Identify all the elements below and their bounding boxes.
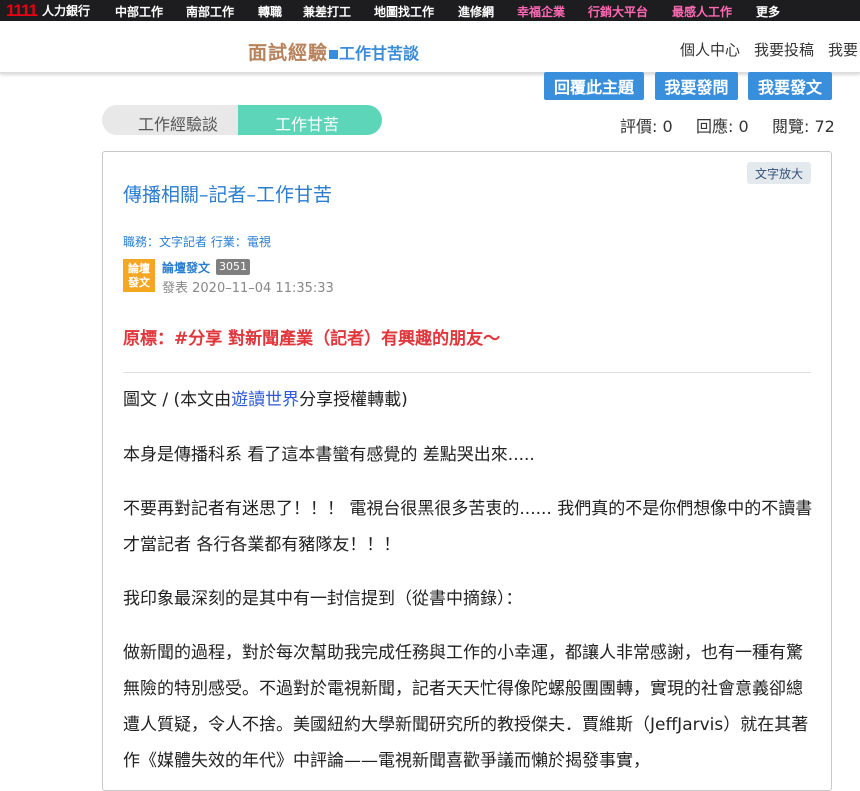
- logo-text-work: 工作甘苦談: [339, 44, 420, 63]
- nav-item-career-change[interactable]: 轉職: [258, 3, 282, 20]
- original-title: 原標：#分享 對新聞產業（記者）有興趣的朋友～: [123, 329, 501, 349]
- nav-item-central-jobs[interactable]: 中部工作: [115, 3, 163, 20]
- site-header: 面試經驗 工作甘苦談 個人中心 我要投稿 我要: [0, 21, 860, 73]
- content-divider: [123, 372, 811, 373]
- nav-item-touching-jobs[interactable]: 最感人工作: [672, 3, 732, 20]
- paragraph-1: 本身是傳播科系 看了這本書蠻有感覺的 差點哭出來.....: [123, 445, 535, 465]
- credit-source-link[interactable]: 遊讀世界: [231, 390, 299, 410]
- top-nav-bar: 1111 人力銀行 中部工作 南部工作 轉職 兼差打工 地圖找工作 進修網 幸福…: [0, 0, 860, 21]
- brand-name: 人力銀行: [42, 4, 91, 18]
- text-zoom-button[interactable]: 文字放大: [747, 162, 811, 184]
- nav-item-part-time[interactable]: 兼差打工: [303, 3, 351, 20]
- replies-stat: 回應: 0: [696, 117, 749, 136]
- nav-item-south-jobs[interactable]: 南部工作: [186, 3, 234, 20]
- nav-item-education[interactable]: 進修網: [458, 3, 494, 20]
- avatar-text-bottom: 發文: [128, 275, 150, 289]
- avatar[interactable]: 論壇 發文: [123, 259, 155, 292]
- views-stat: 閱覽: 72: [772, 117, 835, 136]
- nav-item-happy-companies[interactable]: 幸福企業: [517, 3, 565, 20]
- header-link-more[interactable]: 我要: [828, 39, 858, 60]
- credit-suffix: 分享授權轉載): [299, 390, 408, 410]
- nav-item-more[interactable]: 更多: [756, 3, 780, 20]
- article-title: 傳播相關–記者–工作甘苦: [123, 184, 333, 206]
- paragraph-3: 我印象最深刻的是其中有一封信提到（從書中摘錄）：: [123, 589, 523, 609]
- rating-stat: 評價: 0: [620, 117, 673, 136]
- article-job-meta[interactable]: 職務：文字記者 行業：電視: [123, 233, 271, 250]
- post-timestamp: 發表 2020–11–04 11:35:33: [162, 281, 334, 296]
- author-post-count-badge: 3051: [216, 259, 250, 275]
- avatar-text-top: 論壇: [128, 261, 150, 275]
- author-name[interactable]: 論壇發文: [162, 259, 210, 276]
- reply-topic-button[interactable]: 回覆此主題: [544, 72, 644, 100]
- breadcrumb-chevron-icon: [222, 105, 236, 135]
- breadcrumb-item-current[interactable]: 工作甘苦: [275, 111, 339, 135]
- new-post-button[interactable]: 我要發文: [748, 72, 832, 100]
- brand-logo[interactable]: 1111 人力銀行: [6, 0, 90, 21]
- section-logo[interactable]: 面試經驗 工作甘苦談: [248, 38, 419, 65]
- breadcrumb-item-experience[interactable]: 工作經驗談: [138, 111, 218, 135]
- header-link-submit[interactable]: 我要投稿: [754, 39, 814, 60]
- ask-question-button[interactable]: 我要發問: [655, 72, 738, 100]
- credit-line: 圖文 / (本文由遊讀世界分享授權轉載): [123, 382, 813, 418]
- nav-item-map-jobs[interactable]: 地圖找工作: [374, 3, 434, 20]
- nav-item-marketing-platform[interactable]: 行銷大平台: [588, 3, 648, 20]
- paragraph-2: 不要再對記者有迷思了！！！ 電視台很黑很多苦衷的...... 我們真的不是你們想…: [123, 499, 813, 555]
- logo-dot-icon: [329, 50, 339, 59]
- brand-number: 1111: [6, 1, 38, 20]
- header-link-profile[interactable]: 個人中心: [680, 39, 740, 60]
- credit-prefix: 圖文 / (本文由: [123, 390, 232, 410]
- logo-text-interview: 面試經驗: [248, 42, 329, 64]
- paragraph-4: 做新聞的過程，對於每次幫助我完成任務與工作的小幸運，都讓人非常感謝，也有一種有驚…: [123, 643, 809, 771]
